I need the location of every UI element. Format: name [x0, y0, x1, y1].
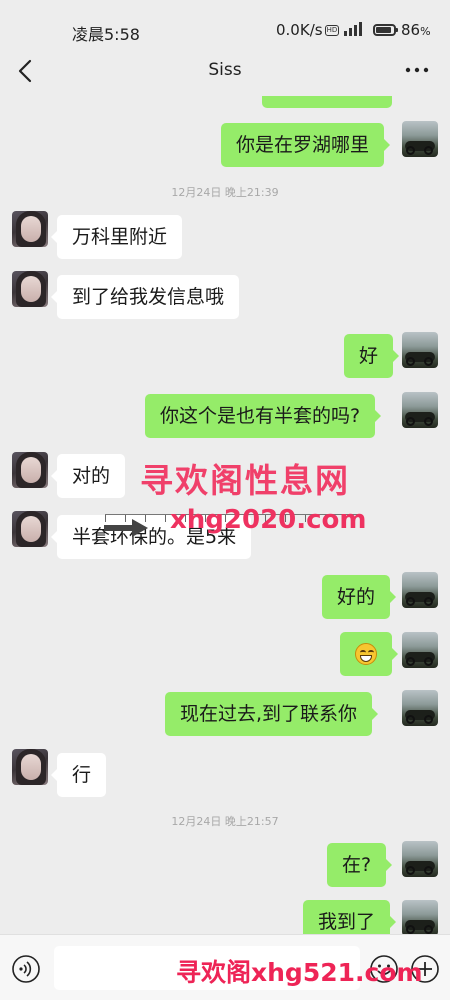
- contact-avatar[interactable]: [12, 511, 48, 547]
- message-incoming[interactable]: 对的: [50, 454, 126, 498]
- watermark-text: 寻欢阁性息网: [140, 461, 350, 500]
- chat-title: Siss: [208, 60, 242, 80]
- message-outgoing[interactable]: 好: [344, 334, 400, 378]
- time-separator: 12月24日 晚上21:39: [171, 186, 279, 199]
- message-outgoing[interactable]: 在?: [327, 843, 393, 887]
- watermark-footer: 寻欢阁xhg521.com: [176, 958, 423, 987]
- partial-message-bubble[interactable]: [262, 96, 392, 108]
- contact-avatar[interactable]: [12, 211, 48, 247]
- more-icon[interactable]: [403, 62, 431, 78]
- battery-cap: [396, 28, 398, 32]
- my-avatar[interactable]: [402, 392, 438, 428]
- hd-icon: HD: [325, 25, 339, 36]
- my-avatar[interactable]: [402, 572, 438, 608]
- message-outgoing[interactable]: 现在过去,到了联系你: [165, 692, 379, 736]
- message-outgoing[interactable]: 你这个是也有半套的吗?: [145, 394, 382, 438]
- battery-icon: [373, 24, 396, 36]
- my-avatar[interactable]: [402, 121, 438, 157]
- message-incoming[interactable]: 万科里附近: [50, 215, 183, 259]
- my-avatar[interactable]: [402, 900, 438, 936]
- my-avatar[interactable]: [402, 632, 438, 668]
- contact-avatar[interactable]: [12, 271, 48, 307]
- status-bar: 凌晨5:58 0.0K/s HD 86%: [0, 0, 450, 44]
- network-speed: 0.0K/s: [276, 21, 323, 39]
- contact-avatar[interactable]: [12, 452, 48, 488]
- battery-level: [376, 27, 391, 33]
- my-avatar[interactable]: [402, 690, 438, 726]
- status-time: 凌晨5:58: [72, 25, 140, 44]
- my-avatar[interactable]: [402, 332, 438, 368]
- message-outgoing[interactable]: 好的: [322, 575, 397, 619]
- contact-avatar[interactable]: [12, 749, 48, 785]
- battery-percent: 86%: [401, 21, 431, 39]
- watermark-url: xhg2020.com: [170, 505, 367, 535]
- message-incoming[interactable]: 到了给我发信息哦: [50, 275, 240, 319]
- my-avatar[interactable]: [402, 841, 438, 877]
- message-outgoing[interactable]: 你是在罗湖哪里: [221, 123, 391, 167]
- voice-icon[interactable]: [11, 954, 41, 984]
- signal-icon: [344, 22, 362, 36]
- grin-emoji-icon: [355, 643, 377, 665]
- message-incoming[interactable]: 行: [50, 753, 107, 797]
- time-separator: 12月24日 晚上21:57: [171, 815, 279, 828]
- arrow-icon: [104, 519, 148, 537]
